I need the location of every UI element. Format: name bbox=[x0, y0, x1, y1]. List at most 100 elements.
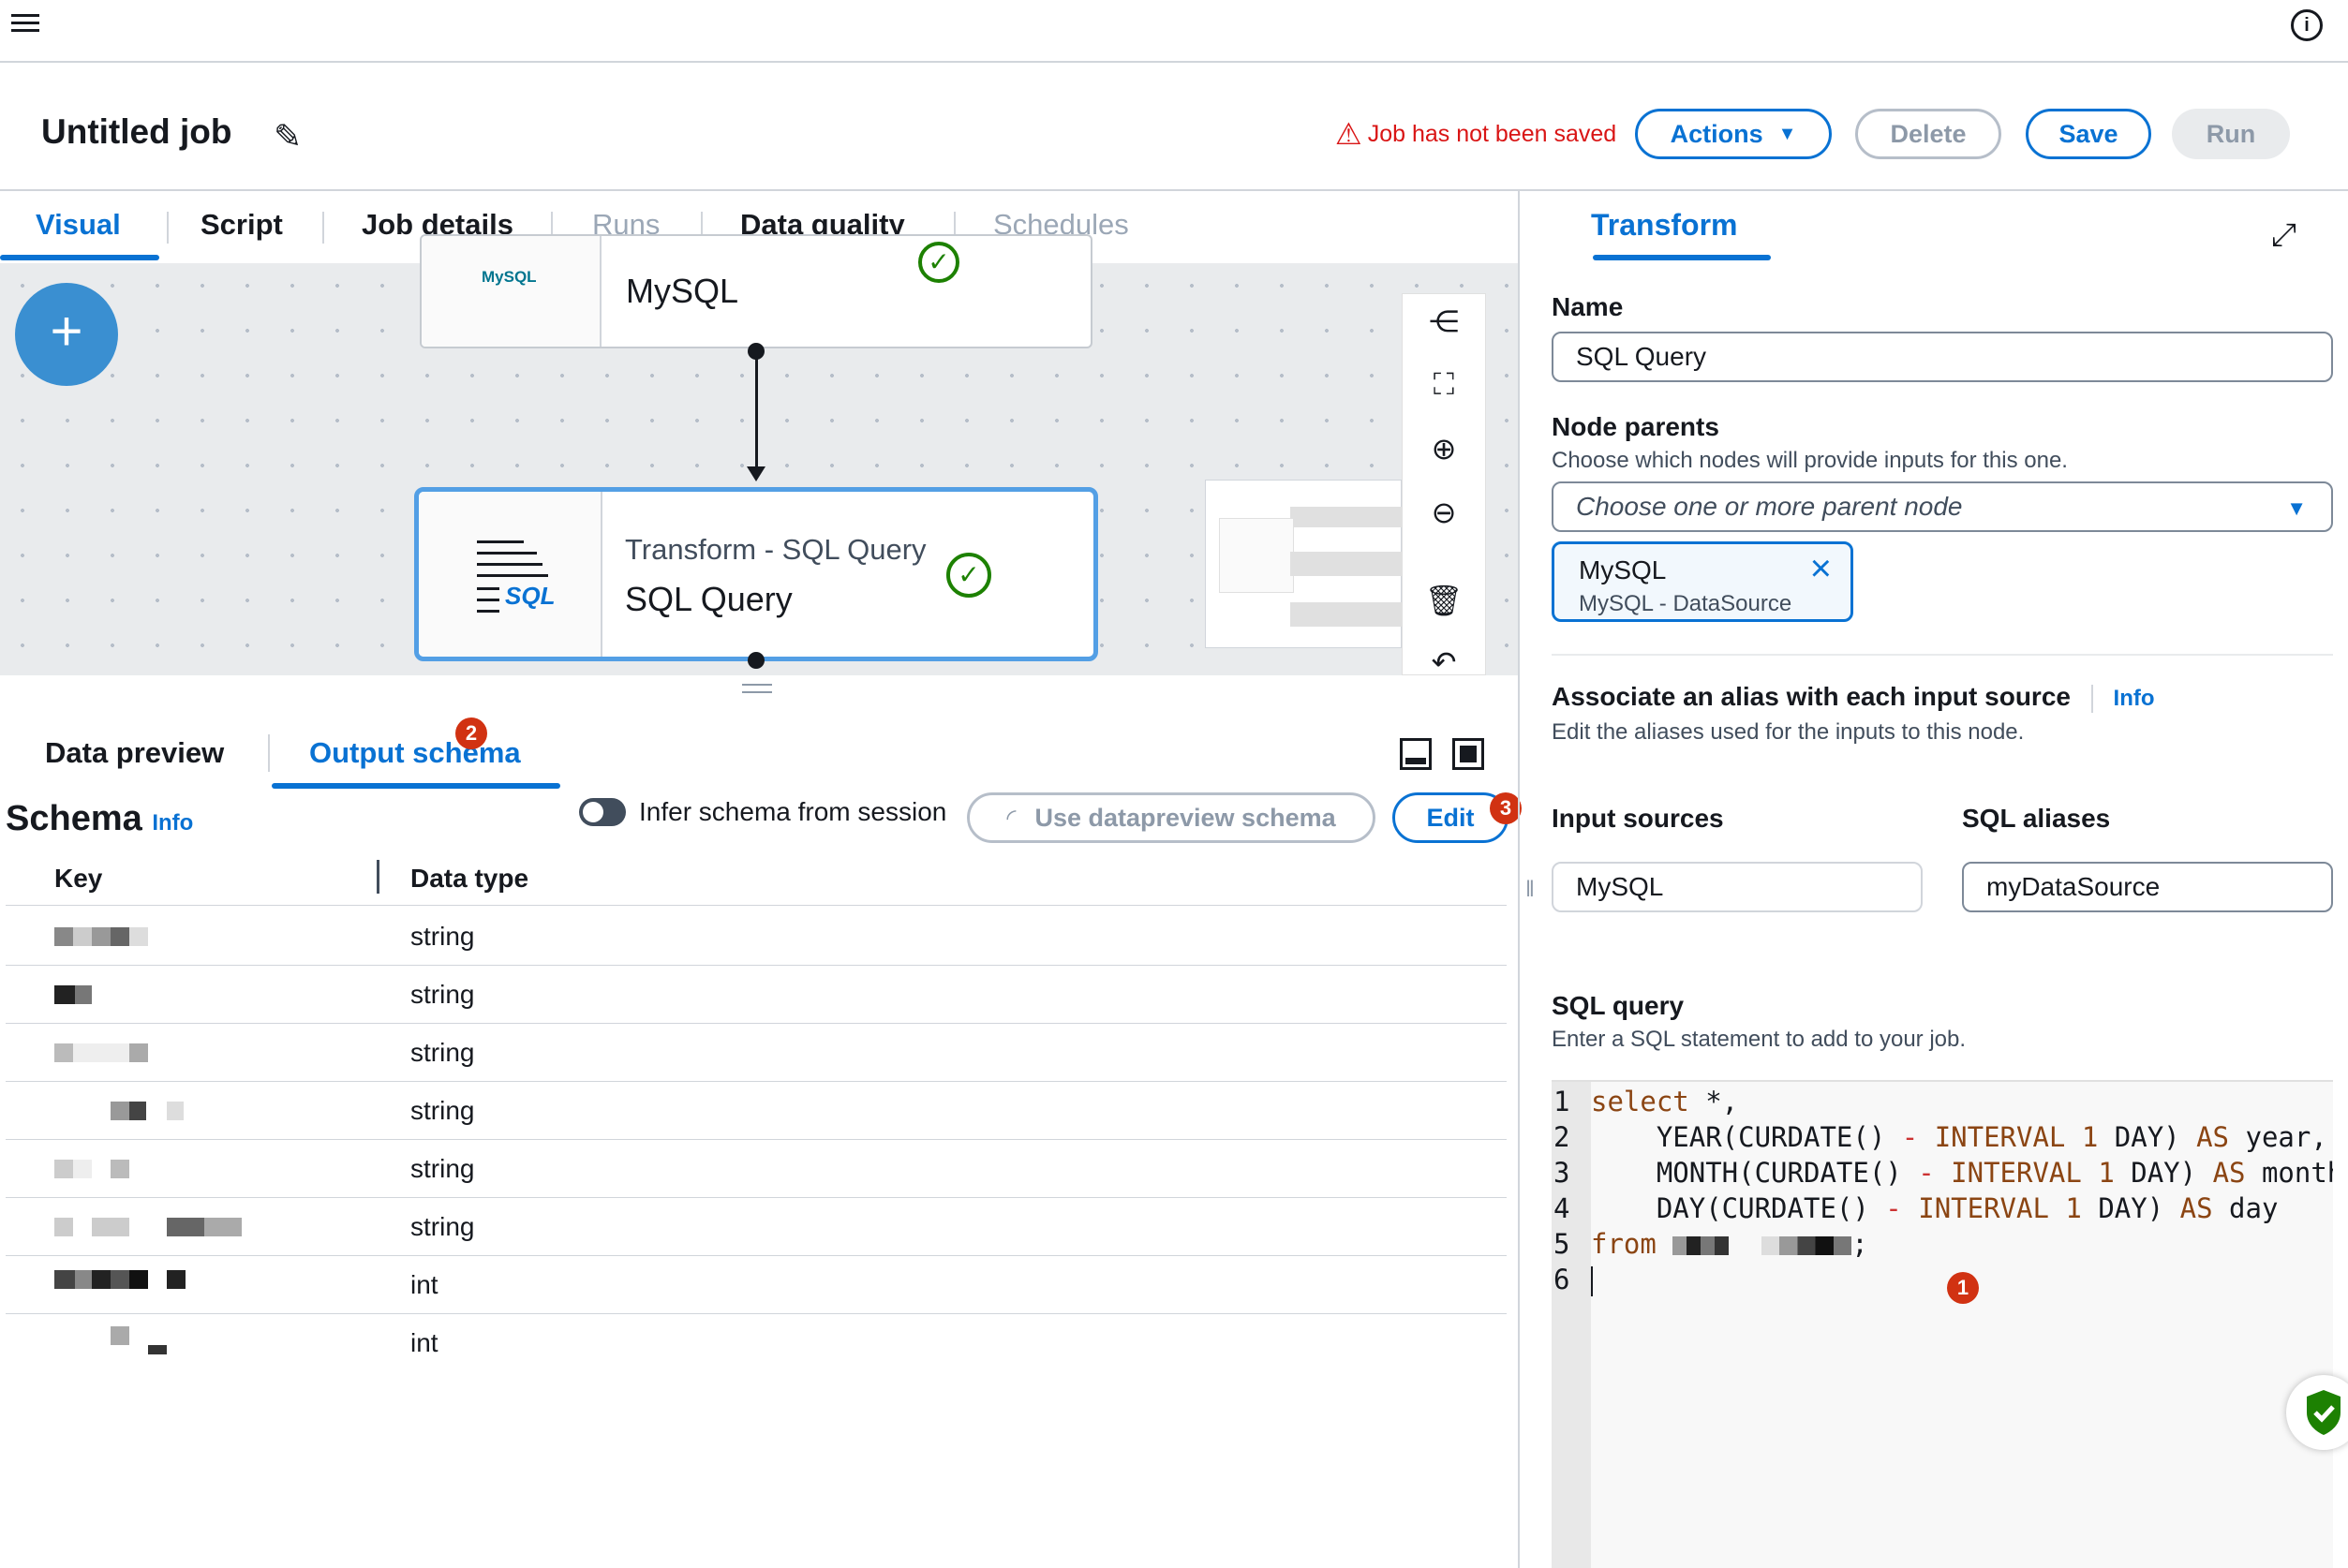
name-input[interactable]: SQL Query bbox=[1552, 332, 2333, 382]
layout-icon[interactable]: ⋲ bbox=[1421, 303, 1466, 348]
info-link[interactable]: Info bbox=[152, 810, 193, 836]
operator: - bbox=[1918, 1157, 1935, 1189]
save-button[interactable]: Save bbox=[2026, 109, 2151, 159]
undo-icon[interactable]: ↶ bbox=[1421, 644, 1466, 689]
tab-data-preview[interactable]: Data preview bbox=[45, 736, 224, 770]
column-header-key: Key bbox=[54, 864, 103, 893]
code-text: day bbox=[2229, 1192, 2279, 1224]
schema-row-type: string bbox=[410, 922, 475, 951]
tab-output-schema[interactable]: Output schema bbox=[309, 736, 521, 770]
line-number: 3 bbox=[1553, 1157, 1570, 1189]
alias-description: Edit the aliases used for the inputs to … bbox=[1552, 719, 2025, 745]
sql-query-description: Enter a SQL statement to add to your job… bbox=[1552, 1027, 1967, 1052]
node-parents-description: Choose which nodes will provide inputs f… bbox=[1552, 448, 2068, 473]
trash-icon[interactable]: 🗑 bbox=[1421, 583, 1466, 628]
step-badge: 3 bbox=[1490, 792, 1522, 824]
close-icon[interactable]: × bbox=[1810, 548, 1832, 590]
tab-divider bbox=[322, 212, 324, 244]
sql-query-label: SQL query bbox=[1552, 991, 1685, 1020]
full-view-icon[interactable] bbox=[1452, 738, 1484, 770]
spinner-icon: ◜ bbox=[1006, 803, 1017, 832]
menu-icon[interactable] bbox=[11, 9, 39, 37]
caret-down-icon: ▼ bbox=[1777, 123, 1797, 144]
sql-icon-text: SQL bbox=[505, 582, 556, 610]
column-resize-handle[interactable]: ‖ bbox=[1525, 877, 1535, 903]
tab-visual[interactable]: Visual bbox=[36, 208, 121, 242]
schema-heading: Schema bbox=[6, 799, 142, 838]
keyword: INTERVAL bbox=[1918, 1192, 2049, 1224]
zoom-in-icon[interactable]: ⊕ bbox=[1421, 431, 1466, 476]
actions-button[interactable]: Actions ▼ bbox=[1635, 109, 1832, 159]
tab-script[interactable]: Script bbox=[201, 208, 283, 242]
active-tab-indicator bbox=[0, 255, 159, 260]
line-number: 4 bbox=[1553, 1192, 1570, 1224]
run-button[interactable]: Run bbox=[2172, 109, 2290, 159]
zoom-out-icon[interactable]: ⊖ bbox=[1421, 495, 1466, 540]
schema-title: Schema Info bbox=[6, 799, 193, 839]
token-subtitle: MySQL - DataSource bbox=[1579, 591, 1792, 616]
node-sql-query[interactable]: SQL Transform - SQL Query SQL Query bbox=[414, 487, 1098, 661]
node-icon-cell: SQL bbox=[419, 492, 602, 657]
node-mysql[interactable]: MySQL MySQL bbox=[420, 234, 1092, 348]
code-text: DAY) bbox=[2131, 1157, 2197, 1189]
step-badge: 2 bbox=[455, 717, 487, 749]
page-title: Untitled job bbox=[41, 112, 232, 151]
use-datapreview-schema-button[interactable]: ◜ Use datapreview schema bbox=[967, 792, 1375, 843]
parent-token[interactable]: MySQL MySQL - DataSource × bbox=[1552, 541, 1853, 622]
row-divider bbox=[6, 1139, 1507, 1140]
code-text: year, bbox=[2245, 1121, 2327, 1153]
node-parents-select[interactable]: Choose one or more parent node ▼ bbox=[1552, 481, 2333, 532]
operator: - bbox=[1901, 1121, 1919, 1153]
code-line: 5 from ; bbox=[1552, 1226, 1868, 1262]
line-number: 1 bbox=[1553, 1086, 1570, 1117]
tab-transform[interactable]: Transform bbox=[1591, 208, 1737, 243]
keyword: AS bbox=[2179, 1192, 2213, 1224]
line-number: 5 bbox=[1553, 1228, 1570, 1260]
node-label: MySQL bbox=[626, 272, 739, 310]
connector-dot[interactable] bbox=[748, 652, 765, 669]
schema-row-type: int bbox=[410, 1328, 438, 1357]
warning-icon: ⚠ bbox=[1335, 117, 1362, 151]
edit-pencil-icon[interactable]: ✎ bbox=[274, 117, 302, 156]
infer-schema-toggle[interactable] bbox=[579, 798, 626, 826]
input-source-field: MySQL bbox=[1552, 862, 1923, 912]
code-text: ; bbox=[1851, 1228, 1868, 1260]
use-preview-label: Use datapreview schema bbox=[1034, 803, 1336, 832]
redacted-table-name bbox=[1761, 1236, 1852, 1255]
info-icon[interactable]: i bbox=[2291, 9, 2323, 41]
schema-row-type: string bbox=[410, 980, 475, 1009]
keyword: INTERVAL bbox=[1951, 1157, 2082, 1189]
sql-alias-input[interactable]: myDataSource bbox=[1962, 862, 2333, 912]
shield-icon[interactable] bbox=[2286, 1375, 2348, 1450]
canvas-toolbar: ⋲ ⛶ ⊕ ⊖ 🗑 ↶ bbox=[1402, 293, 1486, 679]
expand-icon[interactable]: ⤢ bbox=[2271, 217, 2296, 254]
tab-divider bbox=[268, 734, 270, 772]
edge-arrowhead bbox=[747, 466, 765, 481]
plus-icon: + bbox=[50, 300, 83, 362]
code-text: DAY) bbox=[2114, 1121, 2180, 1153]
canvas-minimap[interactable] bbox=[1205, 480, 1403, 648]
top-bar bbox=[0, 0, 2348, 63]
keyword: AS bbox=[2196, 1121, 2230, 1153]
sql-editor[interactable]: 1 select *, 2 YEAR(CURDATE() - INTERVAL 1… bbox=[1552, 1080, 2333, 1568]
delete-button[interactable]: Delete bbox=[1855, 109, 2001, 159]
row-divider bbox=[6, 1255, 1507, 1256]
operator: - bbox=[1885, 1192, 1902, 1224]
code-text: YEAR(CURDATE() bbox=[1656, 1121, 1886, 1153]
split-view-icon[interactable] bbox=[1400, 738, 1432, 770]
fit-view-icon[interactable]: ⛶ bbox=[1421, 367, 1466, 412]
active-tab-indicator bbox=[1593, 255, 1771, 260]
column-resize-handle[interactable] bbox=[377, 860, 379, 894]
keyword: AS bbox=[2212, 1157, 2246, 1189]
info-link[interactable]: Info bbox=[2114, 686, 2155, 711]
panel-divider[interactable] bbox=[1518, 191, 1520, 1568]
step-badge: 1 bbox=[1947, 1272, 1979, 1304]
row-divider bbox=[6, 905, 1507, 906]
panel-resize-handle[interactable] bbox=[742, 684, 772, 693]
name-label: Name bbox=[1552, 292, 1624, 321]
schema-row-type: string bbox=[410, 1038, 475, 1067]
check-circle-icon: ✓ bbox=[918, 242, 959, 283]
keyword: from bbox=[1591, 1228, 1657, 1260]
token-title: MySQL bbox=[1579, 555, 1667, 584]
add-node-button[interactable]: + bbox=[15, 283, 118, 386]
